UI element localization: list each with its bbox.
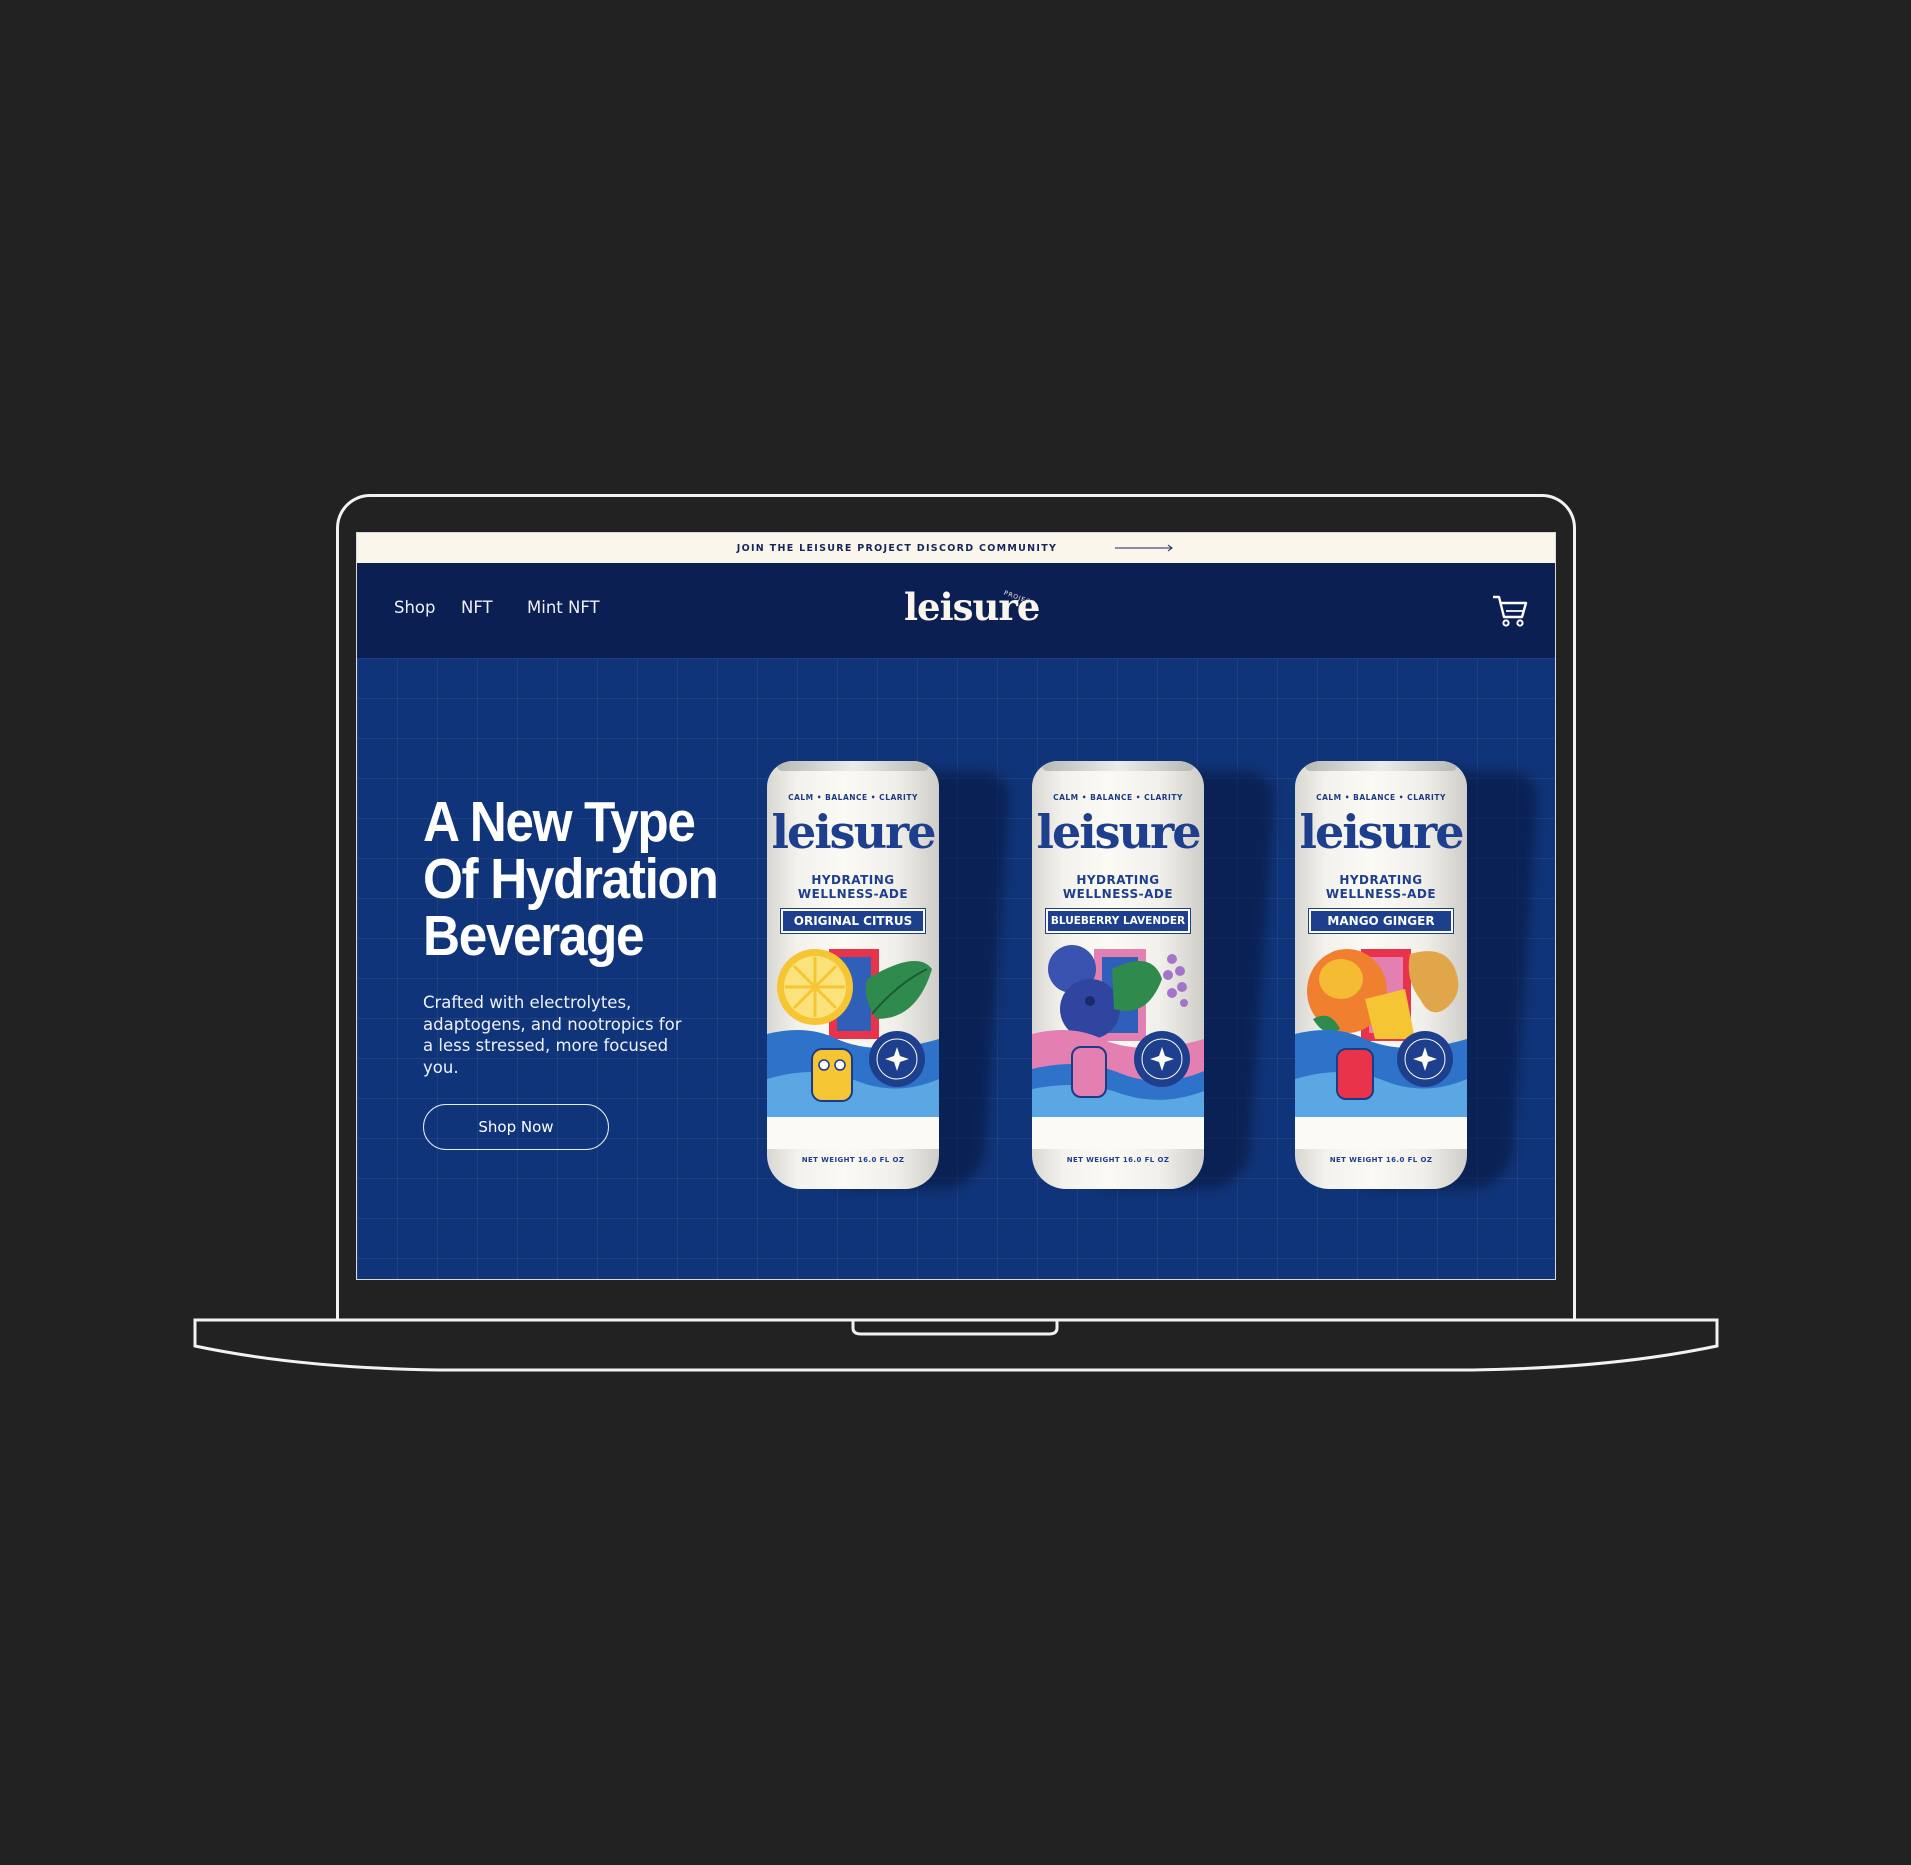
mango-illustration <box>1295 949 1467 1149</box>
hero-title-line: Of Hydration <box>423 847 719 911</box>
product-can-mango-ginger[interactable]: CALM • BALANCE • CLARITY leisure HYDRATI… <box>1295 761 1540 1194</box>
cart-icon[interactable] <box>1491 593 1529 629</box>
can-net-weight: NET WEIGHT 16.0 FL OZ <box>1066 1156 1170 1164</box>
hero-title-line: A New Type <box>423 790 696 854</box>
can-body: CALM • BALANCE • CLARITY leisure HYDRATI… <box>1032 761 1204 1189</box>
nav-nft-link[interactable]: NFT <box>461 598 493 617</box>
can-body: CALM • BALANCE • CLARITY leisure HYDRATI… <box>767 761 939 1189</box>
hero-title: A New Type Of Hydration Beverage <box>423 794 720 965</box>
can-subtitle-line: HYDRATING <box>811 873 895 887</box>
can-subtitle-line: WELLNESS-ADE <box>1325 887 1437 901</box>
can-lid <box>777 761 929 771</box>
browser-screen: JOIN THE LEISURE PROJECT DISCORD COMMUNI… <box>356 532 1556 1280</box>
can-net-weight: NET WEIGHT 16.0 FL OZ <box>801 1156 905 1164</box>
can-subtitle: HYDRATING WELLNESS-ADE <box>767 873 939 901</box>
blueberry-illustration <box>1032 945 1204 1149</box>
arrow-right-icon[interactable] <box>1115 544 1175 552</box>
can-tagline: CALM • BALANCE • CLARITY <box>1053 793 1183 802</box>
can-subtitle-line: HYDRATING <box>1339 873 1423 887</box>
can-subtitle-line: HYDRATING <box>1076 873 1160 887</box>
hero-subtitle: Crafted with electrolytes, adaptogens, a… <box>423 993 682 1077</box>
can-lid <box>1305 761 1457 771</box>
shop-now-button[interactable]: Shop Now <box>423 1104 609 1150</box>
can-net-weight: NET WEIGHT 16.0 FL OZ <box>1329 1156 1433 1164</box>
can-tagline: CALM • BALANCE • CLARITY <box>1316 793 1446 802</box>
can-subtitle-line: WELLNESS-ADE <box>797 887 909 901</box>
can-tagline: CALM • BALANCE • CLARITY <box>788 793 918 802</box>
can-subtitle-line: WELLNESS-ADE <box>1062 887 1174 901</box>
can-subtitle: HYDRATING WELLNESS-ADE <box>1295 873 1467 901</box>
announcement-text[interactable]: JOIN THE LEISURE PROJECT DISCORD COMMUNI… <box>737 543 1057 554</box>
announcement-bar[interactable]: JOIN THE LEISURE PROJECT DISCORD COMMUNI… <box>357 533 1555 563</box>
can-brand: leisure <box>1036 805 1201 859</box>
can-brand: leisure <box>1299 805 1464 859</box>
nav-mint-nft-link[interactable]: Mint NFT <box>527 598 600 617</box>
product-can-blueberry-lavender[interactable]: CALM • BALANCE • CLARITY leisure HYDRATI… <box>1032 761 1277 1194</box>
hero-title-line: Beverage <box>423 904 645 968</box>
can-lid <box>1042 761 1194 771</box>
hero-section: A New Type Of Hydration Beverage Crafted… <box>357 658 1555 1279</box>
nav-shop-link[interactable]: Shop <box>394 598 436 617</box>
can-flavor-label: MANGO GINGER <box>1308 908 1454 934</box>
can-subtitle: HYDRATING WELLNESS-ADE <box>1032 873 1204 901</box>
can-flavor-label: BLUEBERRY LAVENDER <box>1045 908 1191 934</box>
can-flavor-label: ORIGINAL CITRUS <box>780 908 926 934</box>
citrus-illustration <box>767 949 939 1149</box>
laptop-base <box>193 1318 1719 1372</box>
can-brand: leisure <box>771 805 936 859</box>
product-can-original-citrus[interactable]: CALM • BALANCE • CLARITY leisure HYDRATI… <box>767 761 1012 1194</box>
can-body: CALM • BALANCE • CLARITY leisure HYDRATI… <box>1295 761 1467 1189</box>
brand-logo[interactable]: leisure <box>904 585 1040 629</box>
main-nav: Shop NFT Mint NFT leisure PROJECT <box>357 563 1555 658</box>
